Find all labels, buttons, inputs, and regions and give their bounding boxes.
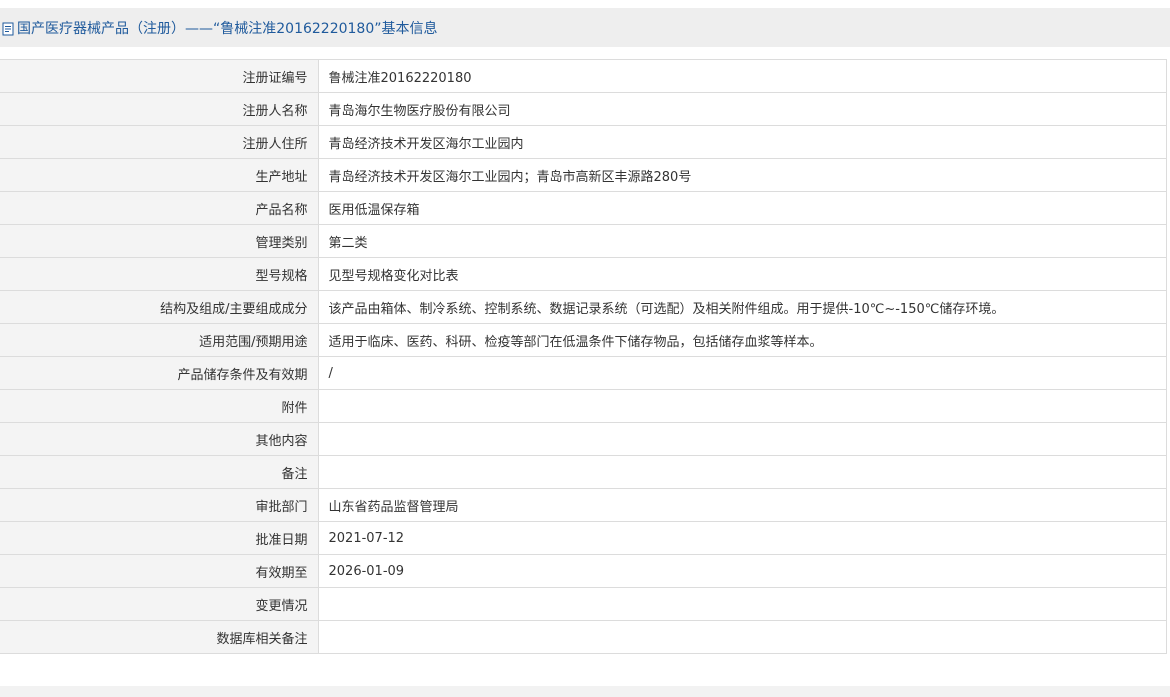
row-value: 适用于临床、医药、科研、检疫等部门在低温条件下储存物品，包括储存血浆等样本。: [317, 323, 1167, 357]
row-label: 结构及组成/主要组成成分: [0, 290, 319, 324]
table-row: 注册证编号 鲁械注准20162220180: [0, 59, 1167, 93]
row-label: 注册人名称: [0, 92, 319, 126]
table-row: 审批部门 山东省药品监督管理局: [0, 488, 1167, 522]
table-row: 型号规格 见型号规格变化对比表: [0, 257, 1167, 291]
table-row: 有效期至 2026-01-09: [0, 554, 1167, 588]
row-label: 适用范围/预期用途: [0, 323, 319, 357]
table-row: 产品储存条件及有效期 /: [0, 356, 1167, 390]
table-row: 批准日期 2021-07-12: [0, 521, 1167, 555]
page-title: 国产医疗器械产品（注册）——“鲁械注准20162220180”基本信息: [17, 20, 438, 37]
row-label: 注册人住所: [0, 125, 319, 159]
table-row: 适用范围/预期用途 适用于临床、医药、科研、检疫等部门在低温条件下储存物品，包括…: [0, 323, 1167, 357]
table-row: 其他内容: [0, 422, 1167, 456]
table-row: 生产地址 青岛经济技术开发区海尔工业园内；青岛市高新区丰源路280号: [0, 158, 1167, 192]
row-label: 其他内容: [0, 422, 319, 456]
row-value: 青岛经济技术开发区海尔工业园内: [317, 125, 1167, 159]
row-label: 型号规格: [0, 257, 319, 291]
row-value: 医用低温保存箱: [317, 191, 1167, 225]
row-label: 数据库相关备注: [0, 620, 319, 654]
table-row: 变更情况: [0, 587, 1167, 621]
row-label: 管理类别: [0, 224, 319, 258]
table-row: 备注: [0, 455, 1167, 489]
table-row: 结构及组成/主要组成成分 该产品由箱体、制冷系统、控制系统、数据记录系统（可选配…: [0, 290, 1167, 324]
row-value: 青岛海尔生物医疗股份有限公司: [317, 92, 1167, 126]
row-label: 审批部门: [0, 488, 319, 522]
row-label: 产品储存条件及有效期: [0, 356, 319, 390]
row-label: 生产地址: [0, 158, 319, 192]
table-row: 附件: [0, 389, 1167, 423]
row-value: /: [317, 356, 1167, 390]
row-value: 见型号规格变化对比表: [317, 257, 1167, 291]
row-value: [317, 422, 1167, 456]
bottom-bar: [0, 686, 1170, 697]
table-row: 产品名称 医用低温保存箱: [0, 191, 1167, 225]
table-row: 数据库相关备注: [0, 620, 1167, 654]
row-value: 山东省药品监督管理局: [317, 488, 1167, 522]
row-value: 第二类: [317, 224, 1167, 258]
row-label: 批准日期: [0, 521, 319, 555]
row-label: 附件: [0, 389, 319, 423]
row-label: 变更情况: [0, 587, 319, 621]
row-value: [317, 587, 1167, 621]
row-label: 注册证编号: [0, 59, 319, 93]
row-value: 2026-01-09: [317, 554, 1167, 588]
table-row: 管理类别 第二类: [0, 224, 1167, 258]
info-table: 注册证编号 鲁械注准20162220180 注册人名称 青岛海尔生物医疗股份有限…: [0, 59, 1167, 654]
row-label: 备注: [0, 455, 319, 489]
row-value: [317, 455, 1167, 489]
title-bar: 国产医疗器械产品（注册）——“鲁械注准20162220180”基本信息: [0, 8, 1170, 47]
row-value: 该产品由箱体、制冷系统、控制系统、数据记录系统（可选配）及相关附件组成。用于提供…: [317, 290, 1167, 324]
table-row: 注册人住所 青岛经济技术开发区海尔工业园内: [0, 125, 1167, 159]
row-label: 产品名称: [0, 191, 319, 225]
row-label: 有效期至: [0, 554, 319, 588]
row-value: [317, 620, 1167, 654]
row-value: 青岛经济技术开发区海尔工业园内；青岛市高新区丰源路280号: [317, 158, 1167, 192]
page: 国产医疗器械产品（注册）——“鲁械注准20162220180”基本信息 注册证编…: [0, 0, 1170, 697]
row-value: 鲁械注准20162220180: [317, 59, 1167, 93]
document-icon: [1, 21, 15, 35]
row-value: 2021-07-12: [317, 521, 1167, 555]
row-value: [317, 389, 1167, 423]
table-row: 注册人名称 青岛海尔生物医疗股份有限公司: [0, 92, 1167, 126]
